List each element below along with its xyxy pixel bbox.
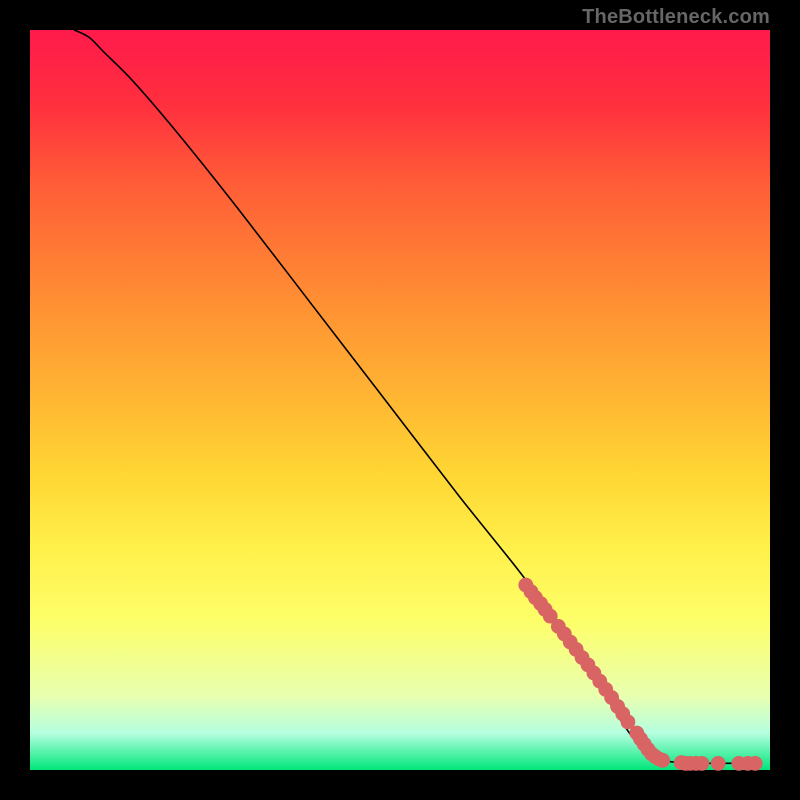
chart-frame: TheBottleneck.com bbox=[0, 0, 800, 800]
marker-group bbox=[518, 578, 762, 771]
marker-dot bbox=[748, 756, 763, 771]
marker-dot bbox=[695, 756, 710, 771]
plot-area bbox=[30, 30, 770, 770]
marker-dot bbox=[711, 756, 726, 771]
marker-dot bbox=[655, 753, 670, 768]
watermark-text: TheBottleneck.com bbox=[582, 6, 770, 29]
chart-svg bbox=[30, 30, 770, 770]
curve-line bbox=[74, 30, 755, 763]
